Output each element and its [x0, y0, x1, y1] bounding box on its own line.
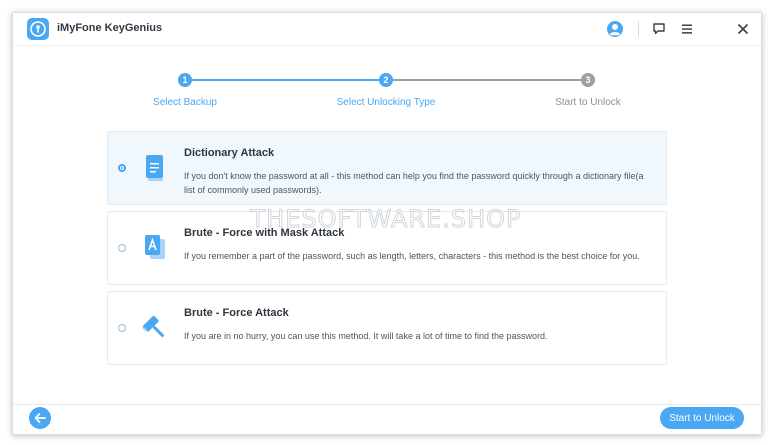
step-3-dot: 3	[581, 73, 595, 87]
start-to-unlock-button[interactable]: Start to Unlock	[660, 407, 744, 429]
option-mask-attack[interactable]: Brute - Force with Mask Attack If you re…	[107, 211, 667, 285]
option-description: If you don't know the password at all - …	[184, 171, 644, 195]
step-1-label: Select Backup	[153, 97, 217, 108]
progress-stepper: 1 2 3 Select Backup Select Unlocking Typ…	[13, 71, 761, 121]
option-description: If you remember a part of the password, …	[184, 251, 640, 261]
titlebar-separator	[638, 21, 639, 37]
user-account-icon[interactable]	[605, 19, 625, 39]
radio-brute-force-attack[interactable]	[118, 324, 126, 332]
option-title: Brute - Force Attack	[184, 307, 289, 319]
option-dictionary-attack[interactable]: Dictionary Attack If you don't know the …	[107, 131, 667, 205]
footer-bar: Start to Unlock	[13, 404, 761, 434]
step-3-label: Start to Unlock	[555, 97, 621, 108]
option-description: If you are in no hurry, you can use this…	[184, 331, 548, 341]
menu-icon[interactable]	[677, 19, 697, 39]
title-bar: iMyFone KeyGenius	[13, 13, 761, 46]
close-icon[interactable]	[733, 19, 753, 39]
step-connector-done	[185, 79, 385, 81]
step-connector-pending	[387, 79, 587, 81]
step-2-dot: 2	[379, 73, 393, 87]
radio-dictionary-attack[interactable]	[118, 164, 126, 172]
keyhole-icon	[27, 18, 49, 40]
feedback-icon[interactable]	[649, 19, 669, 39]
step-2-label: Select Unlocking Type	[336, 97, 436, 108]
option-title: Dictionary Attack	[184, 147, 275, 159]
arrow-left-icon[interactable]	[29, 407, 51, 429]
hammer-icon	[142, 314, 168, 342]
option-title: Brute - Force with Mask Attack	[184, 227, 345, 239]
app-title: iMyFone KeyGenius	[57, 22, 163, 34]
step-1-dot: 1	[178, 73, 192, 87]
mask-letter-cards-icon	[142, 234, 168, 262]
dictionary-book-icon	[142, 154, 168, 182]
app-window: iMyFone KeyGenius 1 2 3 Select Backup Se…	[12, 12, 762, 435]
radio-mask-attack[interactable]	[118, 244, 126, 252]
option-brute-force-attack[interactable]: Brute - Force Attack If you are in no hu…	[107, 291, 667, 365]
